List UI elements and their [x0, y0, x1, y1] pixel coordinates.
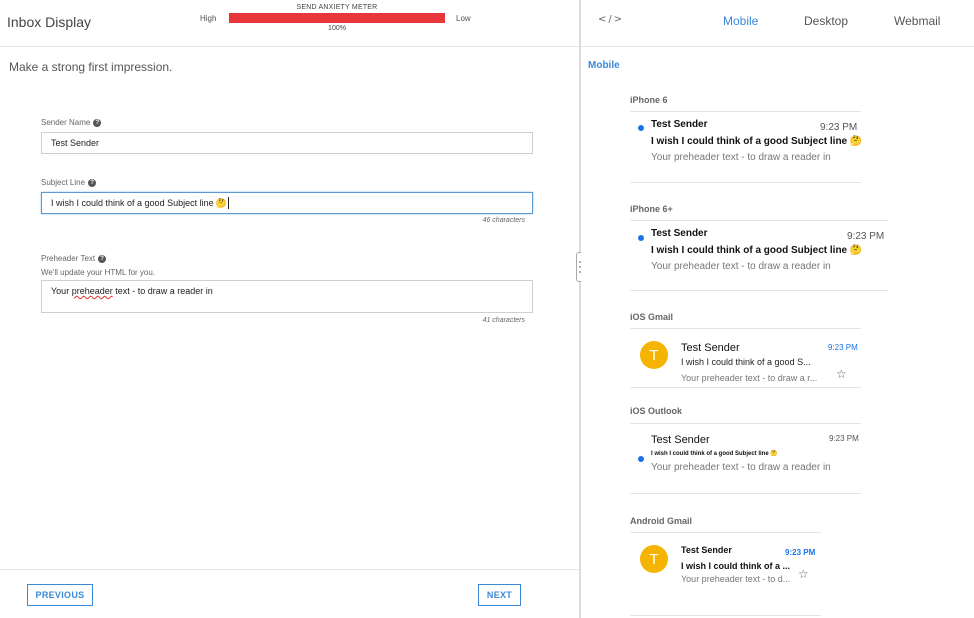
sender-name-input[interactable]: Test Sender [41, 132, 533, 154]
preview-subject: I wish I could think of a ... [681, 561, 791, 571]
preview-card-iphone6plus: Test Sender 9:23 PM I wish I could think… [630, 220, 888, 291]
preview-sender: Test Sender [681, 545, 732, 555]
preview-preheader: Your preheader text - to draw a r... [681, 373, 818, 383]
page-title: Inbox Display [7, 14, 92, 30]
text-caret [227, 197, 229, 209]
preheader-char-count: 41 characters [482, 317, 525, 324]
preview-sender: Test Sender [651, 434, 710, 446]
preview-time: 9:23 PM [829, 434, 859, 443]
sender-avatar: T [640, 545, 668, 573]
device-label-iphone6plus: iPhone 6+ [630, 204, 673, 214]
preview-subject: I wish I could think of a good S... [681, 357, 811, 367]
preheader-value-prefix: Your [51, 286, 72, 296]
app-root: Inbox Display SEND ANXIETY METER High Lo… [0, 0, 974, 618]
preheader-label: Preheader Text ? [41, 254, 107, 263]
preview-card-android-gmail: T Test Sender 9:23 PM I wish I could thi… [630, 532, 821, 616]
anxiety-meter-bar [229, 13, 445, 23]
tab-desktop[interactable]: Desktop [804, 14, 848, 28]
sender-name-label-text: Sender Name [41, 118, 91, 127]
preview-time: 9:23 PM [828, 343, 858, 352]
preview-subject-text: I wish I could think of a good Subject l… [651, 136, 848, 147]
subject-line-value: I wish I could think of a good Subject l… [51, 198, 214, 208]
star-icon[interactable]: ☆ [836, 367, 847, 381]
preview-sender: Test Sender [681, 342, 740, 354]
subject-line-label-text: Subject Line [41, 178, 86, 187]
preheader-label-text: Preheader Text [41, 254, 96, 263]
preheader-sublabel: We'll update your HTML for you. [41, 268, 156, 277]
preview-time: 9:23 PM [847, 231, 885, 242]
preview-section-title: Mobile [588, 60, 620, 71]
thinking-face-emoji: 🤔 [770, 451, 778, 457]
subject-line-input[interactable]: I wish I could think of a good Subject l… [41, 192, 533, 214]
preview-card-ios-outlook: Test Sender 9:23 PM I wish I could think… [630, 423, 861, 494]
anxiety-meter-low-label: Low [456, 14, 471, 23]
anxiety-meter-percent: 100% [328, 25, 346, 32]
sender-name-value: Test Sender [51, 138, 100, 148]
unread-dot-icon [638, 235, 644, 241]
preview-subject-text: I wish I could think of a good Subject l… [651, 245, 848, 256]
device-label-ios-outlook: iOS Outlook [630, 406, 683, 416]
preview-sender: Test Sender [651, 228, 708, 239]
anxiety-meter-high-label: High [200, 14, 217, 23]
tab-mobile[interactable]: Mobile [723, 14, 758, 28]
tab-webmail[interactable]: Webmail [894, 14, 940, 28]
preview-subject-text: I wish I could think of a good Subject l… [651, 451, 769, 457]
next-button[interactable]: NEXT [478, 584, 521, 606]
device-label-ios-gmail: iOS Gmail [630, 312, 674, 322]
editor-header: Inbox Display SEND ANXIETY METER High Lo… [0, 0, 579, 47]
preview-subject: I wish I could think of a good Subject l… [651, 136, 862, 147]
preview-preheader: Your preheader text - to draw a reader i… [651, 152, 831, 163]
subject-line-label: Subject Line ? [41, 178, 97, 187]
preview-subject: I wish I could think of a good Subject l… [651, 245, 862, 256]
help-icon[interactable]: ? [98, 254, 107, 263]
preheader-textarea[interactable]: Your preheader text - to draw a reader i… [41, 280, 533, 313]
previous-button[interactable]: PREVIOUS [27, 584, 93, 606]
preview-subject: I wish I could think of a good Subject l… [651, 450, 778, 457]
sender-avatar: T [640, 341, 668, 369]
preview-card-iphone6: Test Sender 9:23 PM I wish I could think… [630, 111, 862, 183]
unread-dot-icon [638, 456, 644, 462]
editor-pane: Inbox Display SEND ANXIETY METER High Lo… [0, 0, 579, 618]
anxiety-meter-label: SEND ANXIETY METER [296, 4, 378, 11]
sender-name-label: Sender Name ? [41, 118, 102, 127]
device-label-android-gmail: Android Gmail [630, 516, 693, 526]
subject-line-char-count: 46 characters [482, 217, 525, 224]
preheader-misspelled-word: preheader [71, 286, 113, 296]
preview-preheader: Your preheader text - to d... [681, 574, 791, 584]
preview-sender: Test Sender [651, 119, 708, 130]
preview-preheader: Your preheader text - to draw a reader i… [651, 462, 831, 473]
preview-time: 9:23 PM [820, 122, 858, 133]
thinking-face-emoji: 🤔 [849, 136, 863, 147]
help-icon[interactable]: ? [93, 118, 102, 127]
help-icon[interactable]: ? [88, 178, 97, 187]
thinking-face-emoji: 🤔 [215, 197, 227, 208]
tagline: Make a strong first impression. [9, 60, 173, 74]
anxiety-meter-fill [229, 13, 445, 23]
unread-dot-icon [638, 125, 644, 131]
device-label-iphone6: iPhone 6 [630, 95, 668, 105]
preview-pane: </> Mobile Desktop Webmail Mobile iPhone… [581, 0, 974, 618]
thinking-face-emoji: 🤔 [849, 245, 863, 256]
preview-preheader: Your preheader text - to draw a reader i… [651, 261, 831, 272]
preview-header: </> Mobile Desktop Webmail [581, 0, 974, 47]
star-icon[interactable]: ☆ [798, 567, 809, 581]
preview-time: 9:23 PM [785, 548, 816, 557]
footer-divider [0, 569, 579, 570]
preview-card-ios-gmail: T Test Sender 9:23 PM I wish I could thi… [630, 328, 861, 388]
code-view-icon[interactable]: </> [598, 14, 624, 25]
preheader-value-suffix: text - to draw a reader in [112, 286, 213, 296]
